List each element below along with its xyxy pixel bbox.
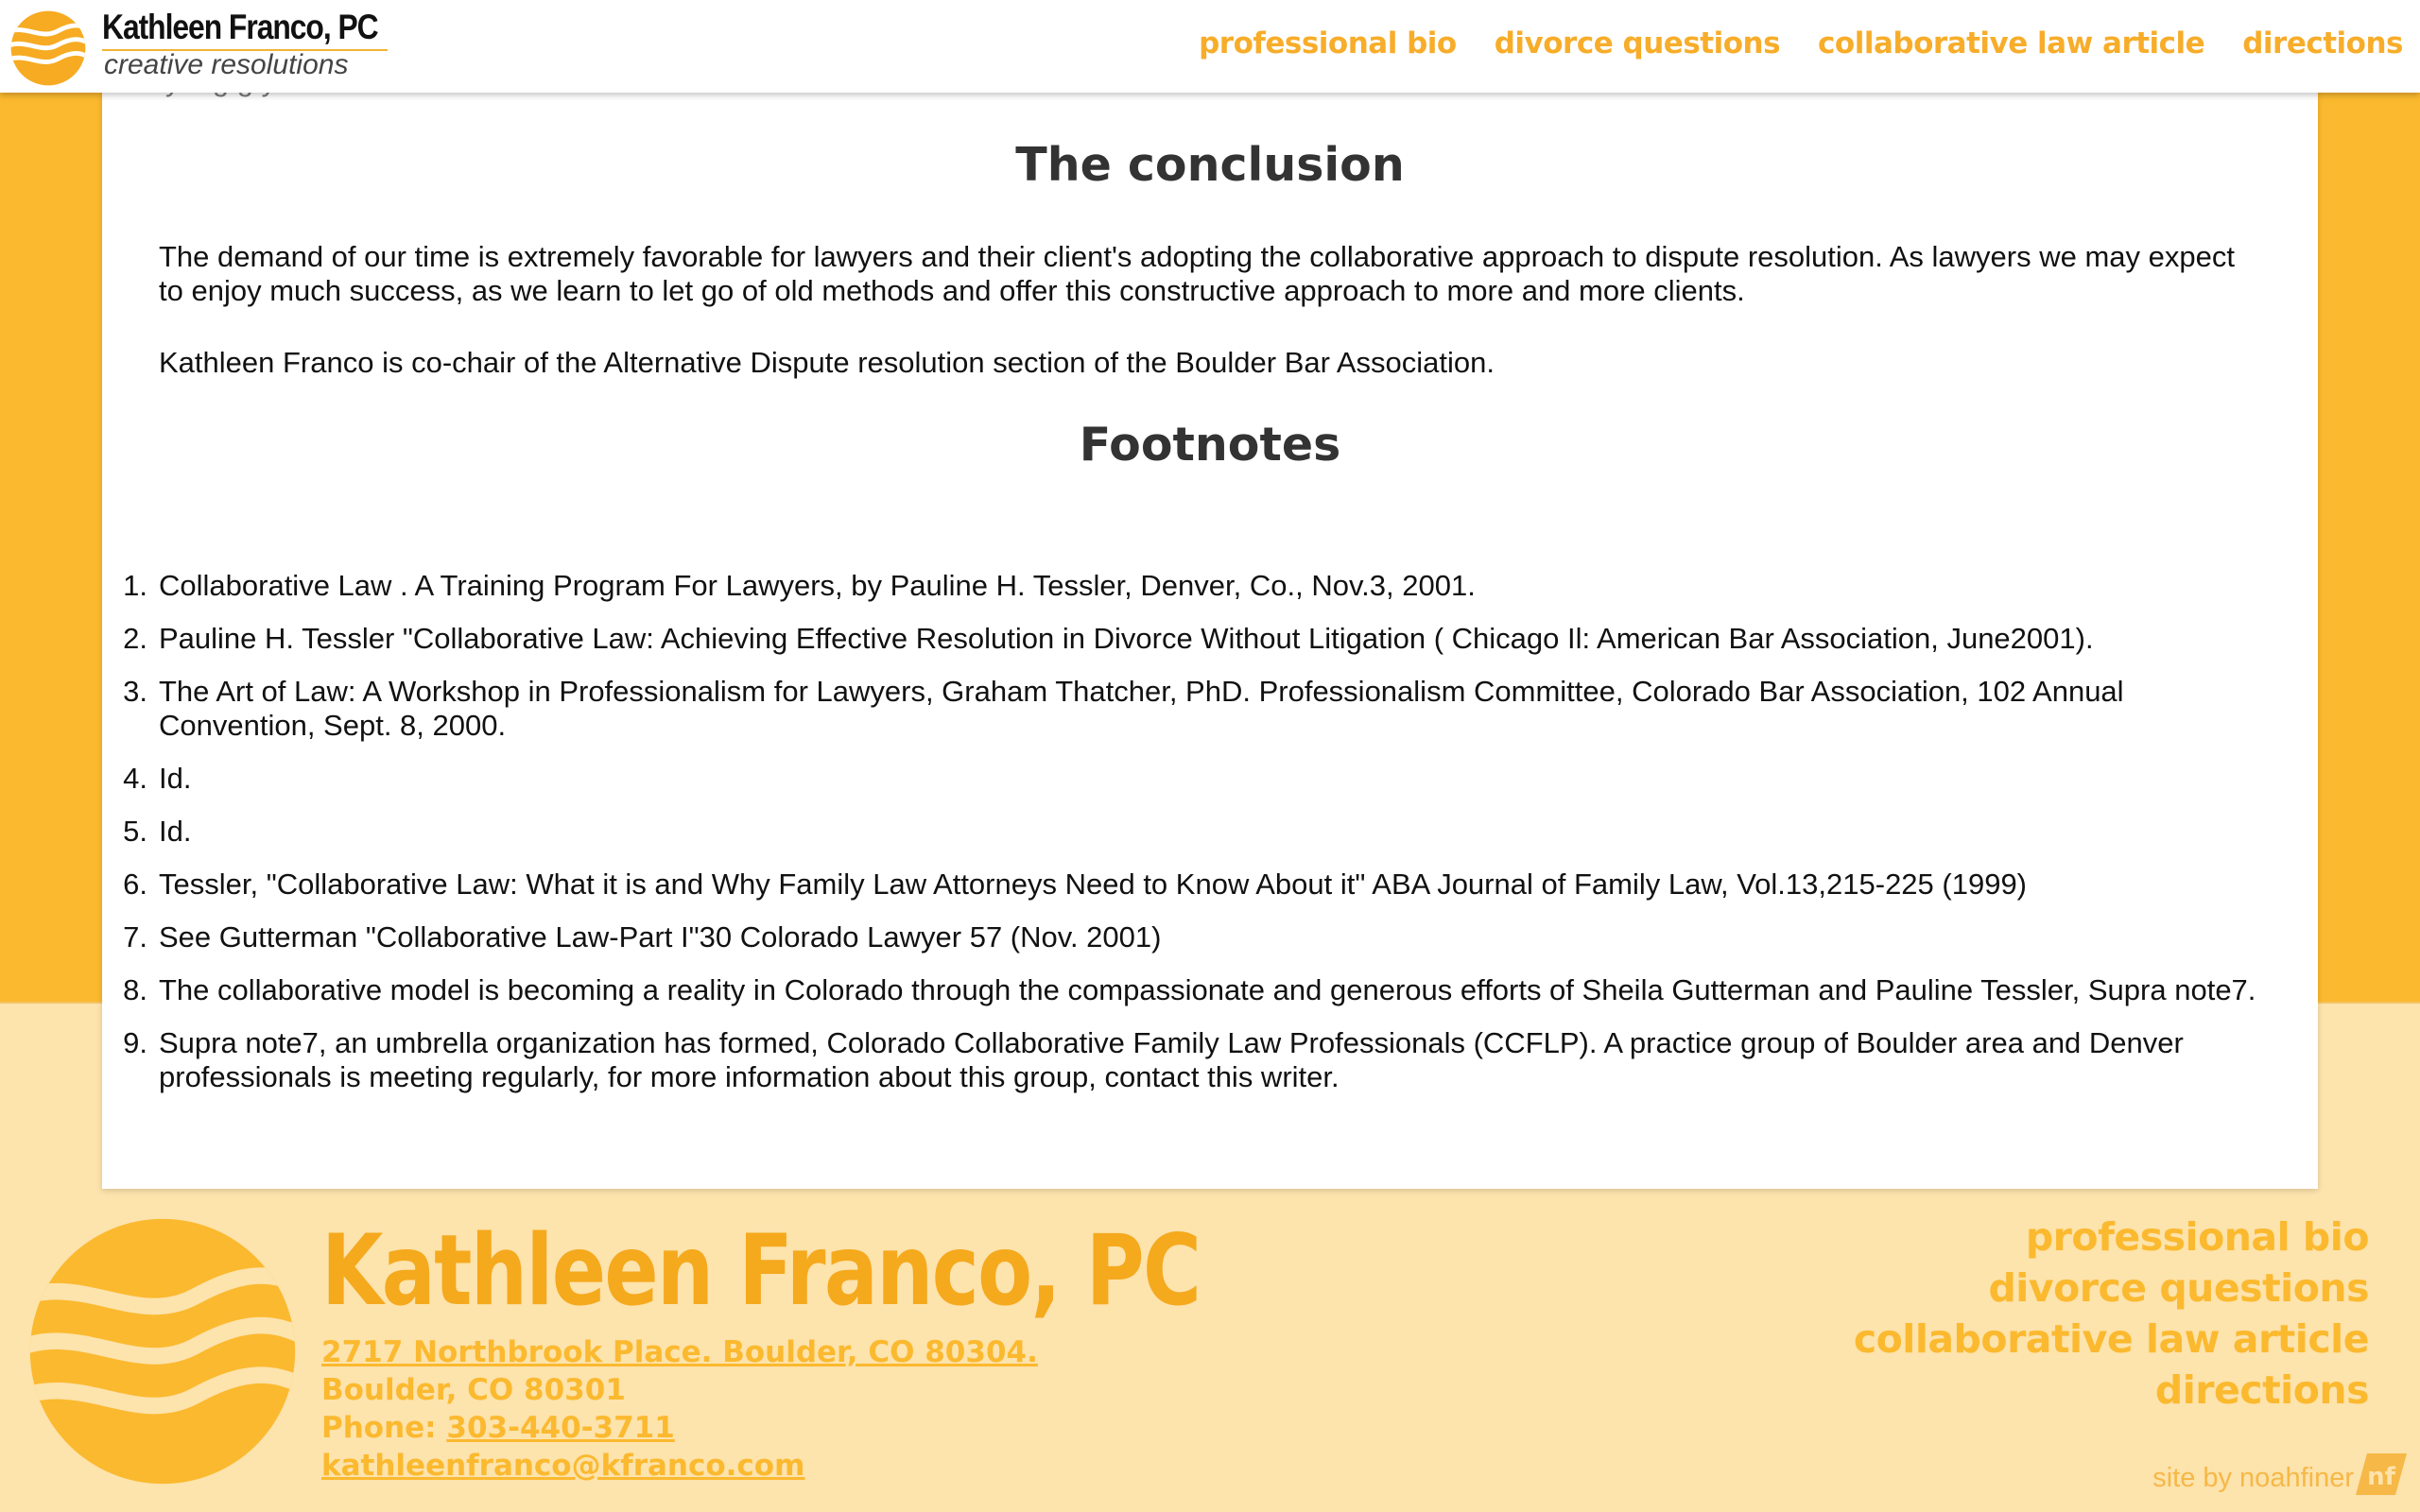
- phone-link[interactable]: 303-440-3711: [446, 1411, 674, 1445]
- footnote-text: Supra note7, an umbrella organization ha…: [159, 1026, 2184, 1093]
- footnote-text: The Art of Law: A Workshop in Profession…: [159, 675, 2124, 742]
- footnotes-list: 1. Collaborative Law . A Training Program…: [102, 569, 2318, 1113]
- footer-phone-line: Phone: 303-440-3711: [321, 1414, 675, 1443]
- footnote-item: 1. Collaborative Law . A Training Program…: [102, 569, 2267, 603]
- footnote-text: Pauline H. Tessler "Collaborative Law: A…: [159, 622, 2094, 655]
- footnotes-heading: Footnotes: [1079, 418, 1341, 472]
- footer-link-collaborative-law-article[interactable]: collaborative law article: [1854, 1314, 2370, 1365]
- footnote-number: 3.: [123, 675, 147, 708]
- top-navbar: Kathleen Franco, PC creative resolutions…: [0, 0, 2420, 93]
- footnote-text: Id.: [159, 762, 192, 795]
- nav-link-divorce-questions[interactable]: divorce questions: [1495, 26, 1781, 60]
- footer-email-link[interactable]: kathleenfranco@kfranco.com: [321, 1452, 804, 1481]
- phone-label: Phone:: [321, 1411, 447, 1445]
- footnote-item: 4. Id.: [102, 762, 2267, 796]
- nav-link-collaborative-law-article[interactable]: collaborative law article: [1818, 26, 2205, 60]
- nav-link-professional-bio[interactable]: professional bio: [1199, 26, 1457, 60]
- author-note-paragraph: Kathleen Franco is co-chair of the Alter…: [159, 346, 1495, 379]
- footer-nav: professional bio divorce questions colla…: [1854, 1211, 2370, 1416]
- footnote-text: Id.: [159, 815, 192, 848]
- conclusion-heading: The conclusion: [1015, 138, 1405, 192]
- nf-badge-text: nf: [2367, 1463, 2396, 1491]
- nav-link-directions[interactable]: directions: [2242, 26, 2403, 60]
- footnote-number: 2.: [123, 622, 147, 655]
- footer-city-line: Boulder, CO 80301: [321, 1373, 626, 1407]
- footnote-item: 2. Pauline H. Tessler "Collaborative Law:…: [102, 622, 2267, 656]
- brand-tagline: creative resolutions: [104, 49, 349, 80]
- site-credit-link[interactable]: site by noahfiner: [2152, 1463, 2354, 1494]
- footer-wave-logo-icon: [29, 1218, 296, 1485]
- footnote-number: 8.: [123, 973, 147, 1006]
- footnote-text: See Gutterman "Collaborative Law-Part I"…: [159, 920, 1162, 954]
- footer-address-link[interactable]: 2717 Northbrook Place. Boulder, CO 80304…: [321, 1338, 1038, 1367]
- footnote-number: 6.: [123, 868, 147, 901]
- footnote-number: 9.: [123, 1026, 147, 1059]
- footnote-text: Collaborative Law . A Training Program F…: [159, 569, 1476, 602]
- footnote-item: 6. Tessler, "Collaborative Law: What it i…: [102, 868, 2267, 902]
- brand-title[interactable]: Kathleen Franco, PC: [102, 8, 379, 47]
- wave-circle-logo-icon[interactable]: [9, 9, 87, 87]
- footnote-item: 9. Supra note7, an umbrella organization …: [102, 1026, 2267, 1094]
- footnote-number: 4.: [123, 762, 147, 795]
- footer-firm-name: Kathleen Franco, PC: [321, 1214, 1201, 1328]
- footnote-text: The collaborative model is becoming a re…: [159, 973, 2256, 1006]
- conclusion-paragraph: The demand of our time is extremely favo…: [159, 240, 2235, 307]
- footer-link-divorce-questions[interactable]: divorce questions: [1854, 1263, 2369, 1314]
- footer-link-directions[interactable]: directions: [1854, 1365, 2370, 1416]
- article-card: ly tog g y The conclusion The demand of …: [102, 64, 2318, 1189]
- footer-link-professional-bio[interactable]: professional bio: [1854, 1211, 2370, 1263]
- footnote-text: Tessler, "Collaborative Law: What it is …: [159, 868, 2028, 901]
- footnote-item: 3. The Art of Law: A Workshop in Professi…: [102, 675, 2267, 743]
- nf-badge-icon[interactable]: nf: [2354, 1450, 2409, 1499]
- top-nav: professional bio divorce questions colla…: [1199, 26, 2403, 60]
- footnote-item: 8. The collaborative model is becoming a …: [102, 973, 2267, 1007]
- footnote-number: 5.: [123, 815, 147, 848]
- footnote-item: 7. See Gutterman "Collaborative Law-Part …: [102, 920, 2267, 954]
- footnote-item: 5. Id.: [102, 815, 2267, 849]
- footnote-number: 1.: [123, 569, 147, 602]
- footnote-number: 7.: [123, 920, 147, 954]
